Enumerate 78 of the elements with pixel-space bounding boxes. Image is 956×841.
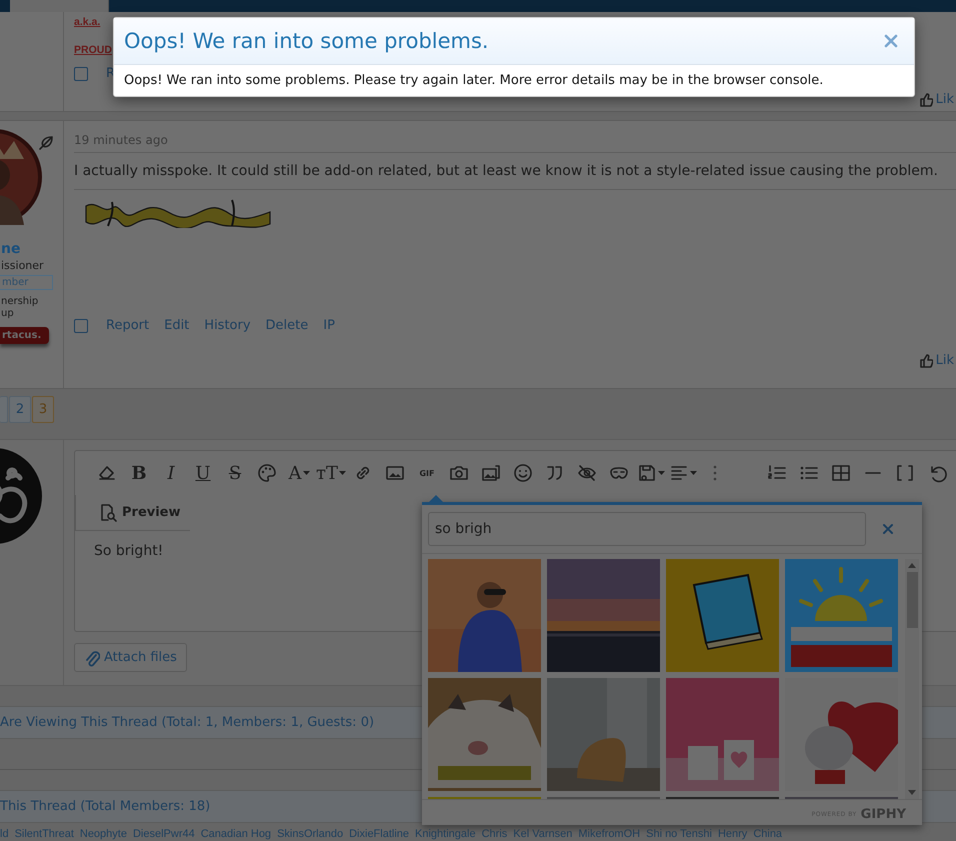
caret-icon bbox=[302, 471, 310, 475]
thumb-icon bbox=[918, 92, 933, 106]
smiley-icon bbox=[513, 463, 533, 483]
page-button[interactable]: 2 bbox=[9, 396, 31, 423]
caret-icon bbox=[338, 471, 346, 475]
member-link[interactable]: Shi no Tenshi bbox=[646, 829, 712, 840]
member-link[interactable]: SilentThreat bbox=[14, 829, 74, 840]
attach-files-button[interactable]: Attach files bbox=[74, 643, 187, 672]
user-badge: mber bbox=[0, 275, 53, 290]
checkbox[interactable] bbox=[74, 318, 88, 332]
user-group-text: nership bbox=[1, 296, 40, 308]
member-link[interactable]: Kel Varnsen bbox=[513, 829, 572, 840]
table-icon bbox=[831, 463, 851, 483]
member-link[interactable]: MikefromOH bbox=[578, 829, 640, 840]
checkbox[interactable] bbox=[74, 66, 88, 80]
document-search-icon bbox=[98, 502, 118, 522]
close-icon bbox=[882, 523, 894, 535]
camera-icon bbox=[449, 463, 469, 483]
brackets-icon bbox=[895, 463, 915, 483]
caret-icon bbox=[658, 471, 665, 475]
toolbar-button[interactable]: I bbox=[155, 460, 187, 486]
feather-icon bbox=[37, 134, 55, 152]
action-link[interactable]: IP bbox=[323, 318, 335, 333]
close-icon bbox=[884, 34, 898, 48]
member-link[interactable]: SkinsOrlando bbox=[277, 829, 344, 840]
user-banner: rtacus. bbox=[0, 327, 49, 344]
action-link[interactable]: Delete bbox=[266, 318, 308, 333]
search-field[interactable]: so brigh bbox=[428, 512, 866, 546]
horizontal-line-icon bbox=[865, 471, 881, 475]
page-button[interactable]: 3 bbox=[32, 396, 54, 423]
eye-slash-icon bbox=[577, 463, 597, 483]
action-link[interactable]: History bbox=[204, 318, 251, 333]
preview-tab[interactable]: Preview bbox=[75, 495, 190, 531]
toolbar-button[interactable]: S bbox=[219, 460, 251, 486]
thumb-icon bbox=[918, 354, 933, 368]
toolbar-button[interactable]: B bbox=[123, 460, 155, 486]
media-icon bbox=[481, 463, 501, 483]
member-link[interactable]: Neophyte bbox=[80, 829, 127, 840]
more-icon bbox=[713, 465, 717, 481]
member-link[interactable]: Canadian Hog bbox=[200, 829, 272, 840]
dialog-title: Oops! We ran into some problems. bbox=[124, 29, 489, 53]
caret-icon bbox=[690, 471, 697, 475]
scrollbar-thumb[interactable] bbox=[906, 572, 918, 628]
like-link[interactable]: Lik bbox=[918, 92, 954, 107]
editor-text: So bright! bbox=[93, 542, 164, 559]
post-message: I actually misspoke. It could still be add-on related, but at least we know it is not a style-related issue causing the problem. bbox=[74, 153, 956, 190]
member-link[interactable]: Henry bbox=[718, 829, 748, 840]
image-icon bbox=[385, 463, 405, 483]
scroll-up-icon[interactable] bbox=[908, 563, 916, 568]
member-link[interactable]: Knightingale bbox=[415, 829, 476, 840]
align-left-icon bbox=[669, 463, 689, 483]
member-link[interactable]: DixieFlatline bbox=[349, 829, 410, 840]
toolbar-button[interactable]: тT bbox=[315, 460, 347, 486]
quote-icon bbox=[545, 463, 565, 483]
paperclip-icon bbox=[84, 648, 100, 666]
member-link[interactable]: DieselPwr44 bbox=[132, 829, 195, 840]
member-link[interactable]: China bbox=[753, 829, 782, 840]
eraser-icon bbox=[97, 463, 117, 483]
palette-icon bbox=[257, 463, 277, 483]
toolbar-button[interactable]: U bbox=[187, 460, 219, 486]
action-link[interactable]: Report bbox=[106, 318, 150, 333]
member-link[interactable]: ld bbox=[0, 829, 9, 840]
toolbar-button[interactable]: GIF bbox=[411, 460, 443, 486]
username[interactable]: ne bbox=[1, 241, 63, 257]
user-group-text: up bbox=[1, 308, 15, 320]
signature-link[interactable]: a.k.a. bbox=[74, 16, 100, 28]
action-link[interactable]: Edit bbox=[164, 318, 190, 333]
like-link[interactable]: Lik bbox=[918, 353, 954, 368]
save-icon bbox=[637, 463, 657, 483]
user-title: issioner bbox=[1, 259, 45, 272]
block-title[interactable]: Are Viewing This Thread (Total: 1, Members: 1, Guests: 0) bbox=[0, 715, 374, 730]
scrollbar[interactable] bbox=[905, 559, 919, 799]
scroll-down-icon[interactable] bbox=[908, 790, 916, 795]
member-link[interactable]: Chris bbox=[482, 829, 508, 840]
toolbar-button[interactable]: A bbox=[283, 460, 315, 486]
dialog-message: Oops! We ran into some problems. Please try again later. More error details may be in the browser console. bbox=[123, 72, 824, 90]
block-title[interactable]: This Thread (Total Members: 18) bbox=[0, 799, 210, 814]
signature-link[interactable]: PROUD bbox=[74, 44, 112, 56]
